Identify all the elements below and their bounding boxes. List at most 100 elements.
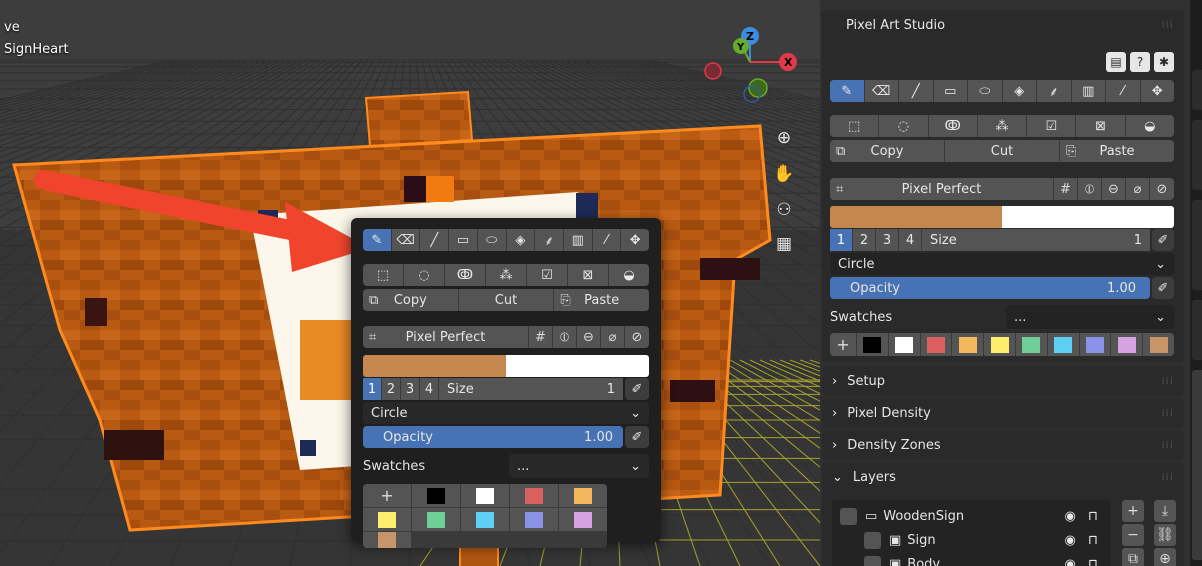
notebook-icon[interactable]: ▤ [1106, 52, 1126, 72]
select-all-icon[interactable]: ⊠ [568, 264, 609, 286]
paste-button[interactable]: ⎘ Paste [1060, 140, 1174, 162]
swatch-color[interactable] [461, 508, 509, 531]
swatch-color[interactable] [1015, 333, 1047, 356]
opacity-pressure-icon[interactable]: ✐ [625, 426, 649, 448]
layer-row[interactable]: ▣ Body ◉ ⊓ [840, 552, 1102, 566]
layer-row[interactable]: ▭ WoodenSign ◉ ⊓ [840, 504, 1102, 528]
panel-header[interactable]: Pixel Art Studio ⁞⁞⁞ [822, 10, 1184, 40]
primary-color-swatch[interactable] [830, 206, 1002, 228]
view-icon[interactable]: ⊕ [1154, 548, 1176, 566]
magic-wand-icon[interactable]: ⁂ [486, 264, 527, 286]
help-icon[interactable]: ? [1130, 52, 1150, 72]
sidebar-tab[interactable] [1192, 120, 1202, 190]
swatch-color[interactable] [461, 484, 509, 507]
primary-color-swatch[interactable] [363, 355, 506, 377]
circle-select-icon[interactable]: ◌ [404, 264, 445, 286]
eye-icon[interactable]: ◉ [1065, 533, 1076, 548]
swatch-color[interactable] [559, 508, 607, 531]
panel-setup[interactable]: › Setup ⁞⁞⁞ [822, 366, 1184, 396]
brush-icon[interactable]: ✎ [830, 80, 865, 102]
magic-wand-icon[interactable]: ⁂ [978, 115, 1028, 137]
circle-select-icon[interactable]: ◌ [879, 115, 929, 137]
swatch-color[interactable] [952, 333, 984, 356]
axis-gizmo[interactable]: Z Y X [700, 26, 800, 106]
grid-icon[interactable]: ▦ [770, 230, 798, 258]
drag-grip-icon[interactable]: ⁞⁞⁞ [1161, 408, 1174, 419]
panel-density-zones[interactable]: › Density Zones ⁞⁞⁞ [822, 430, 1184, 460]
hand-icon[interactable]: ✋ [770, 160, 798, 188]
pixel-perfect-button[interactable]: ⌗ Pixel Perfect [830, 178, 1054, 200]
line-icon[interactable]: ╱ [420, 229, 450, 251]
mirror-x-icon[interactable]: ⦶ [553, 326, 577, 348]
eyedropper-icon[interactable]: ⁄ [1106, 80, 1141, 102]
droplets-icon[interactable]: ⸙ [1037, 80, 1072, 102]
layers-header[interactable]: ⌄ Layers ⁞⁞⁞ [822, 462, 1184, 492]
remove-layer-button[interactable]: − [1122, 524, 1144, 546]
brush-icon[interactable]: ✎ [363, 229, 392, 251]
add-swatch-button[interactable]: + [830, 333, 856, 356]
mirror-x-icon[interactable]: ⦶ [1078, 178, 1102, 200]
size-preset-1[interactable]: 1 [363, 378, 382, 400]
eraser-icon[interactable]: ⌫ [865, 80, 899, 102]
zoom-icon[interactable]: ⊕ [770, 124, 798, 152]
pixel-perfect-button[interactable]: ⌗ Pixel Perfect [363, 326, 529, 348]
drag-grip-icon[interactable]: ⁞⁞⁞ [1161, 472, 1174, 483]
sidebar-tab[interactable] [1192, 70, 1202, 110]
swatch-color[interactable] [1079, 333, 1111, 356]
mirror-y-icon[interactable]: ⊖ [577, 326, 601, 348]
layer-row[interactable]: ▣ Sign ◉ ⊓ [840, 528, 1102, 552]
lasso-select-icon[interactable]: ↂ [445, 264, 486, 286]
cancel-icon[interactable]: ⊘ [625, 326, 649, 348]
eyedropper-icon[interactable]: ⁄ [593, 229, 622, 251]
rectangle-icon[interactable]: ▭ [934, 80, 968, 102]
lasso-select-icon[interactable]: ↂ [929, 115, 978, 137]
fill-bucket-icon[interactable]: ◈ [507, 229, 536, 251]
swatch-color[interactable] [363, 532, 411, 548]
line-icon[interactable]: ╱ [899, 80, 934, 102]
swatches-select[interactable]: ... ⌄ [509, 454, 649, 478]
cut-button[interactable]: Cut [459, 289, 555, 311]
copy-button[interactable]: ⧉ Copy [363, 289, 459, 311]
sidebar-tab[interactable] [1192, 300, 1202, 360]
paste-button[interactable]: ⎘ Paste [554, 289, 649, 311]
rect-select-icon[interactable]: ⬚ [363, 264, 404, 286]
fill-bucket-icon[interactable]: ◈ [1003, 80, 1037, 102]
checkbox-icon[interactable]: ☑ [1027, 115, 1077, 137]
swatch-color[interactable] [1143, 333, 1174, 356]
no-snap-icon[interactable]: ⌀ [601, 326, 625, 348]
rectangle-icon[interactable]: ▭ [449, 229, 478, 251]
eye-icon[interactable]: ◉ [1065, 557, 1076, 566]
lock-icon[interactable]: ⊓ [1088, 509, 1098, 524]
move-icon[interactable]: ✥ [1141, 80, 1175, 102]
swatch-color[interactable] [1047, 333, 1079, 356]
swatch-color[interactable] [510, 508, 558, 531]
size-preset-3[interactable]: 3 [401, 378, 420, 400]
swatch-color[interactable] [412, 508, 460, 531]
pressure-pen-icon[interactable]: ✐ [625, 378, 649, 400]
checkbox-icon[interactable]: ☑ [527, 264, 568, 286]
link-icon[interactable]: ⛓ [1154, 524, 1176, 546]
sidebar-tab-active[interactable] [1192, 370, 1202, 560]
swatch-color[interactable] [920, 333, 952, 356]
layer-checkbox[interactable] [840, 507, 857, 525]
invert-select-icon[interactable]: ◒ [609, 264, 649, 286]
swatches-select[interactable]: ... ⌄ [1006, 305, 1174, 329]
ellipse-icon[interactable]: ⬭ [968, 80, 1003, 102]
swatch-color[interactable] [412, 484, 460, 507]
secondary-color-swatch[interactable] [506, 355, 649, 377]
add-swatch-button[interactable]: + [363, 484, 411, 507]
grid-toggle-icon[interactable]: # [1054, 178, 1078, 200]
drag-grip-icon[interactable]: ⁞⁞⁞ [1161, 440, 1174, 451]
size-preset-4[interactable]: 4 [899, 229, 922, 251]
layer-checkbox[interactable] [864, 555, 881, 566]
swatch-color[interactable] [1111, 333, 1143, 356]
cancel-icon[interactable]: ⊘ [1150, 178, 1174, 200]
brush-shape-select[interactable]: Circle ⌄ [363, 402, 649, 424]
3d-viewport[interactable]: ve SignHeart Z Y X ⊕ ✋ ⚇ ▦ ✎ ⌫ ╱ ▭ ⬭ ◈ ⸙ ▥ ⁄ ✥ ⬚ ◌… [0, 0, 820, 566]
select-all-icon[interactable]: ⊠ [1076, 115, 1126, 137]
ellipse-icon[interactable]: ⬭ [478, 229, 507, 251]
sidebar-tab[interactable] [1192, 200, 1202, 290]
cut-button[interactable]: Cut [945, 140, 1060, 162]
panel-pixel-density[interactable]: › Pixel Density ⁞⁞⁞ [822, 398, 1184, 428]
swatch-color[interactable] [510, 484, 558, 507]
